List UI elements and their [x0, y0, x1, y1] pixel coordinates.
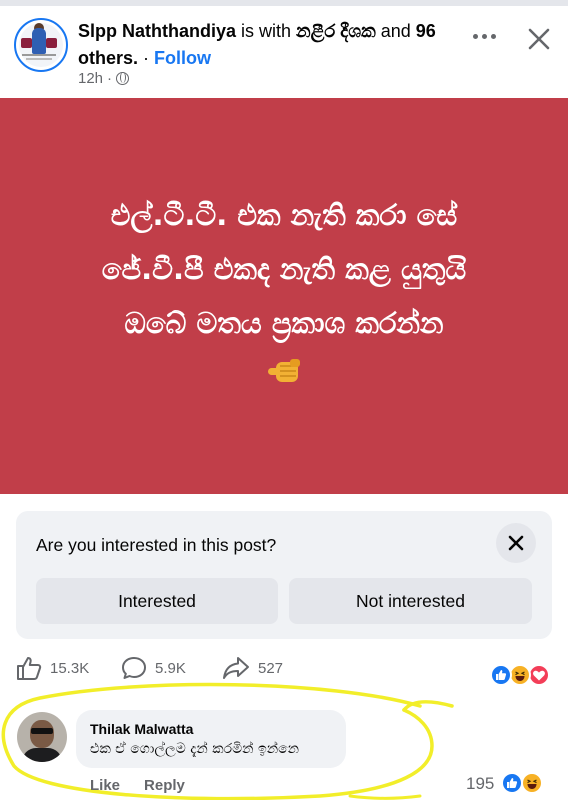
comment-button[interactable]: 5.9K: [121, 656, 186, 680]
globe-icon: [116, 72, 130, 85]
share-button[interactable]: 527: [222, 656, 283, 680]
more-dots-icon: [472, 33, 478, 39]
like-icon: [490, 664, 512, 686]
image-text-line-3: ඔබේ මතය ප්‍රකාශ කරන්න: [124, 306, 444, 340]
interest-question: Are you interested in this post?: [36, 535, 277, 555]
comment-actions: Like Reply: [90, 777, 185, 794]
page-avatar[interactable]: [14, 18, 68, 72]
not-interested-button[interactable]: Not interested: [289, 578, 532, 624]
share-count: 527: [258, 659, 284, 677]
image-text-line-1: එල්.ටී.ටී. එක නැති කරා සේ: [110, 198, 458, 232]
haha-icon: [521, 772, 543, 794]
post-time[interactable]: 12h: [78, 70, 103, 87]
comment-reaction-summary[interactable]: [501, 772, 547, 794]
page-name-link[interactable]: Slpp Naththandiya: [78, 21, 236, 41]
haha-icon: [509, 664, 531, 686]
post-meta: 12h ·: [78, 70, 130, 87]
post-image-text: එල්.ටී.ටී. එක නැති කරා සේ ජේ.වී.පී එකද න…: [0, 188, 568, 350]
close-icon[interactable]: [524, 24, 554, 54]
post-header: Slpp Naththandiya is with නළීර දීශක and …: [0, 6, 568, 98]
tagged-user-link[interactable]: නළීර දීශක: [296, 21, 376, 41]
comment-author-link[interactable]: Thilak Malwatta: [90, 721, 193, 737]
post-image[interactable]: එල්.ටී.ටී. එක නැති කරා සේ ජේ.වී.පී එකද න…: [0, 98, 568, 494]
comment-reaction-count: 195: [466, 774, 495, 793]
comment-reply-button[interactable]: Reply: [144, 777, 185, 794]
like-button[interactable]: 15.3K: [16, 656, 89, 680]
and-text: and: [375, 21, 416, 41]
separator: ·: [138, 48, 155, 68]
comment-text: එක ඒ ගොල්ලම දැන් කරමින් ඉන්නෙ: [90, 741, 299, 757]
others-count[interactable]: 96: [416, 21, 436, 41]
comment-count: 5.9K: [155, 659, 186, 677]
commenter-avatar[interactable]: [17, 712, 67, 762]
image-text-line-2: ජේ.වී.පී එකද නැති කළ යුතුයි: [101, 252, 467, 286]
like-icon: [501, 772, 523, 794]
comment-bubble: Thilak Malwatta එක ඒ ගොල්ලම දැන් කරමින් …: [76, 710, 346, 768]
others-link[interactable]: others.: [78, 48, 138, 68]
more-options-button[interactable]: [466, 22, 502, 50]
post-attribution: Slpp Naththandiya is with නළීර දීශක and …: [78, 18, 458, 72]
like-count: 15.3K: [50, 659, 90, 677]
reaction-summary[interactable]: [490, 664, 554, 686]
dismiss-interest-button[interactable]: [496, 523, 536, 563]
comment-like-button[interactable]: Like: [90, 777, 120, 794]
like-icon: [17, 657, 42, 680]
pointing-fist-icon: [268, 359, 300, 382]
post-actions: 15.3K 5.9K 527: [0, 652, 568, 690]
follow-button[interactable]: Follow: [154, 48, 211, 68]
with-text: is with: [236, 21, 297, 41]
interested-button[interactable]: Interested: [36, 578, 278, 624]
interest-prompt-card: Are you interested in this post? Interes…: [16, 511, 552, 639]
comment-icon: [122, 657, 146, 679]
share-icon: [223, 657, 249, 679]
close-icon: [508, 535, 524, 551]
love-icon: [528, 664, 550, 686]
